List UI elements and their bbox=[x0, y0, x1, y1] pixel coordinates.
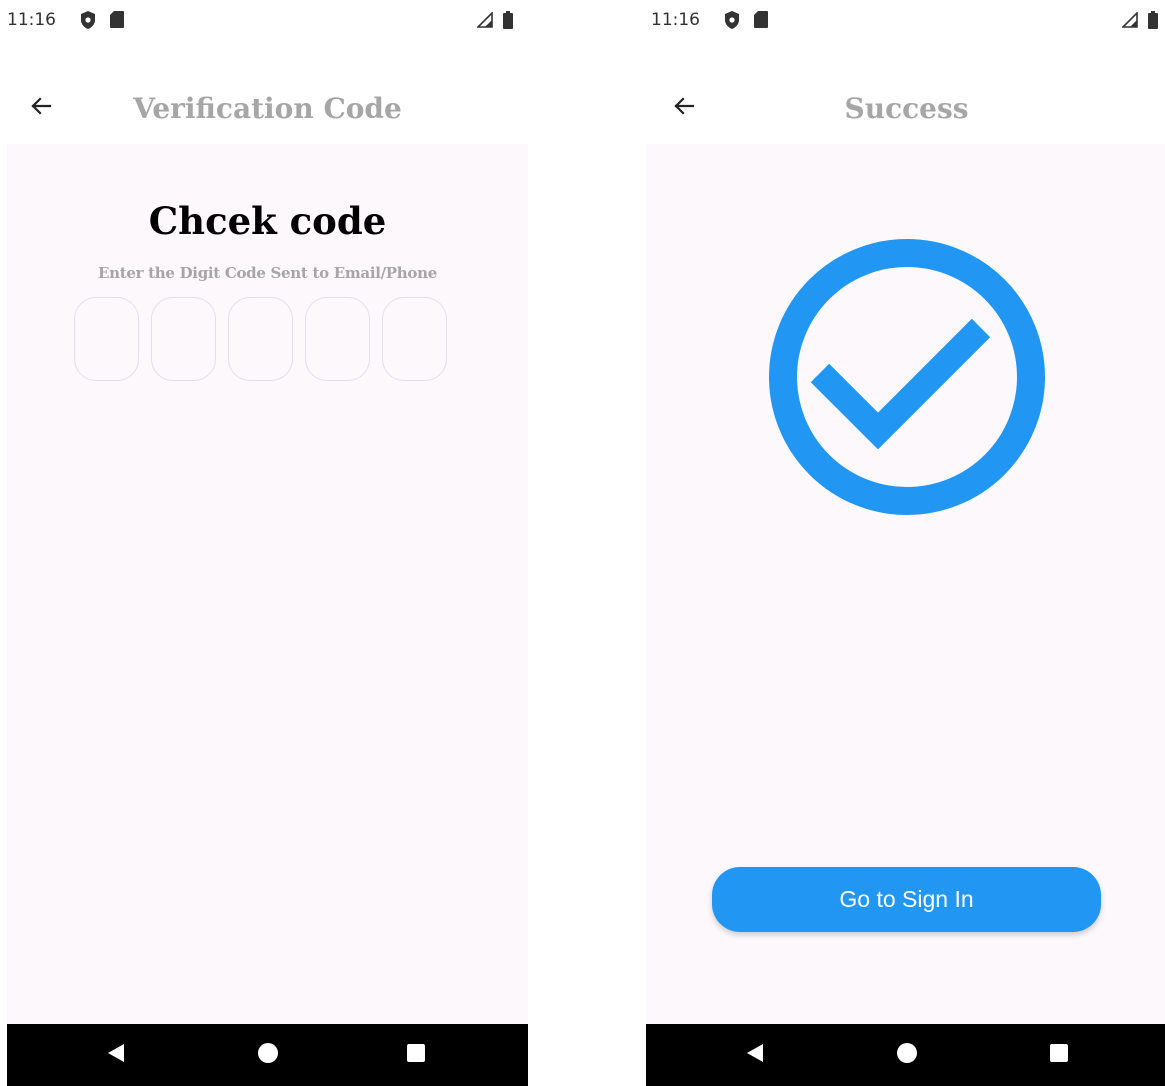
nav-back-icon bbox=[746, 1043, 764, 1068]
status-bar: 11:16 bbox=[646, 0, 1165, 40]
sd-card-icon bbox=[753, 10, 769, 34]
sd-card-icon bbox=[109, 10, 125, 34]
status-time: 11:16 bbox=[7, 10, 56, 30]
nav-back-button[interactable] bbox=[99, 1038, 133, 1072]
nav-home-button[interactable] bbox=[890, 1038, 924, 1072]
success-body: Go to Sign In bbox=[646, 144, 1165, 1024]
code-digit-input-3[interactable] bbox=[228, 297, 293, 381]
verification-screen: 11:16 Verification Code Chcek code Enter… bbox=[7, 0, 528, 1086]
code-digit-input-5[interactable] bbox=[382, 297, 447, 381]
shield-icon bbox=[723, 10, 741, 35]
signal-icon bbox=[1121, 11, 1138, 33]
code-input-row bbox=[74, 297, 447, 381]
page-heading: Chcek code bbox=[148, 199, 387, 243]
nav-recents-button[interactable] bbox=[1042, 1038, 1076, 1072]
battery-icon bbox=[1148, 11, 1158, 34]
app-bar: Verification Code bbox=[7, 72, 528, 144]
nav-home-icon bbox=[896, 1042, 918, 1069]
check-circle-icon bbox=[768, 238, 1046, 521]
page-subheading: Enter the Digit Code Sent to Email/Phone bbox=[98, 264, 437, 282]
code-digit-input-1[interactable] bbox=[74, 297, 139, 381]
verification-body: Chcek code Enter the Digit Code Sent to … bbox=[7, 144, 528, 1024]
app-bar-title: Success bbox=[844, 92, 969, 125]
nav-recents-icon bbox=[406, 1043, 426, 1068]
system-nav-bar bbox=[7, 1024, 528, 1086]
nav-home-icon bbox=[257, 1042, 279, 1069]
app-bar: Success bbox=[646, 72, 1165, 144]
app-bar-title: Verification Code bbox=[133, 92, 402, 125]
code-digit-input-4[interactable] bbox=[305, 297, 370, 381]
shield-icon bbox=[79, 10, 97, 35]
nav-back-button[interactable] bbox=[738, 1038, 772, 1072]
battery-icon bbox=[503, 11, 513, 34]
code-digit-input-2[interactable] bbox=[151, 297, 216, 381]
nav-recents-icon bbox=[1049, 1043, 1069, 1068]
go-to-sign-in-button[interactable]: Go to Sign In bbox=[712, 867, 1101, 932]
system-nav-bar bbox=[646, 1024, 1165, 1086]
signal-icon bbox=[476, 11, 493, 33]
nav-home-button[interactable] bbox=[251, 1038, 285, 1072]
nav-back-icon bbox=[107, 1043, 125, 1068]
status-time: 11:16 bbox=[651, 10, 700, 30]
status-bar: 11:16 bbox=[7, 0, 528, 40]
nav-recents-button[interactable] bbox=[399, 1038, 433, 1072]
success-screen: 11:16 Success Go to Sign In bbox=[646, 0, 1165, 1086]
